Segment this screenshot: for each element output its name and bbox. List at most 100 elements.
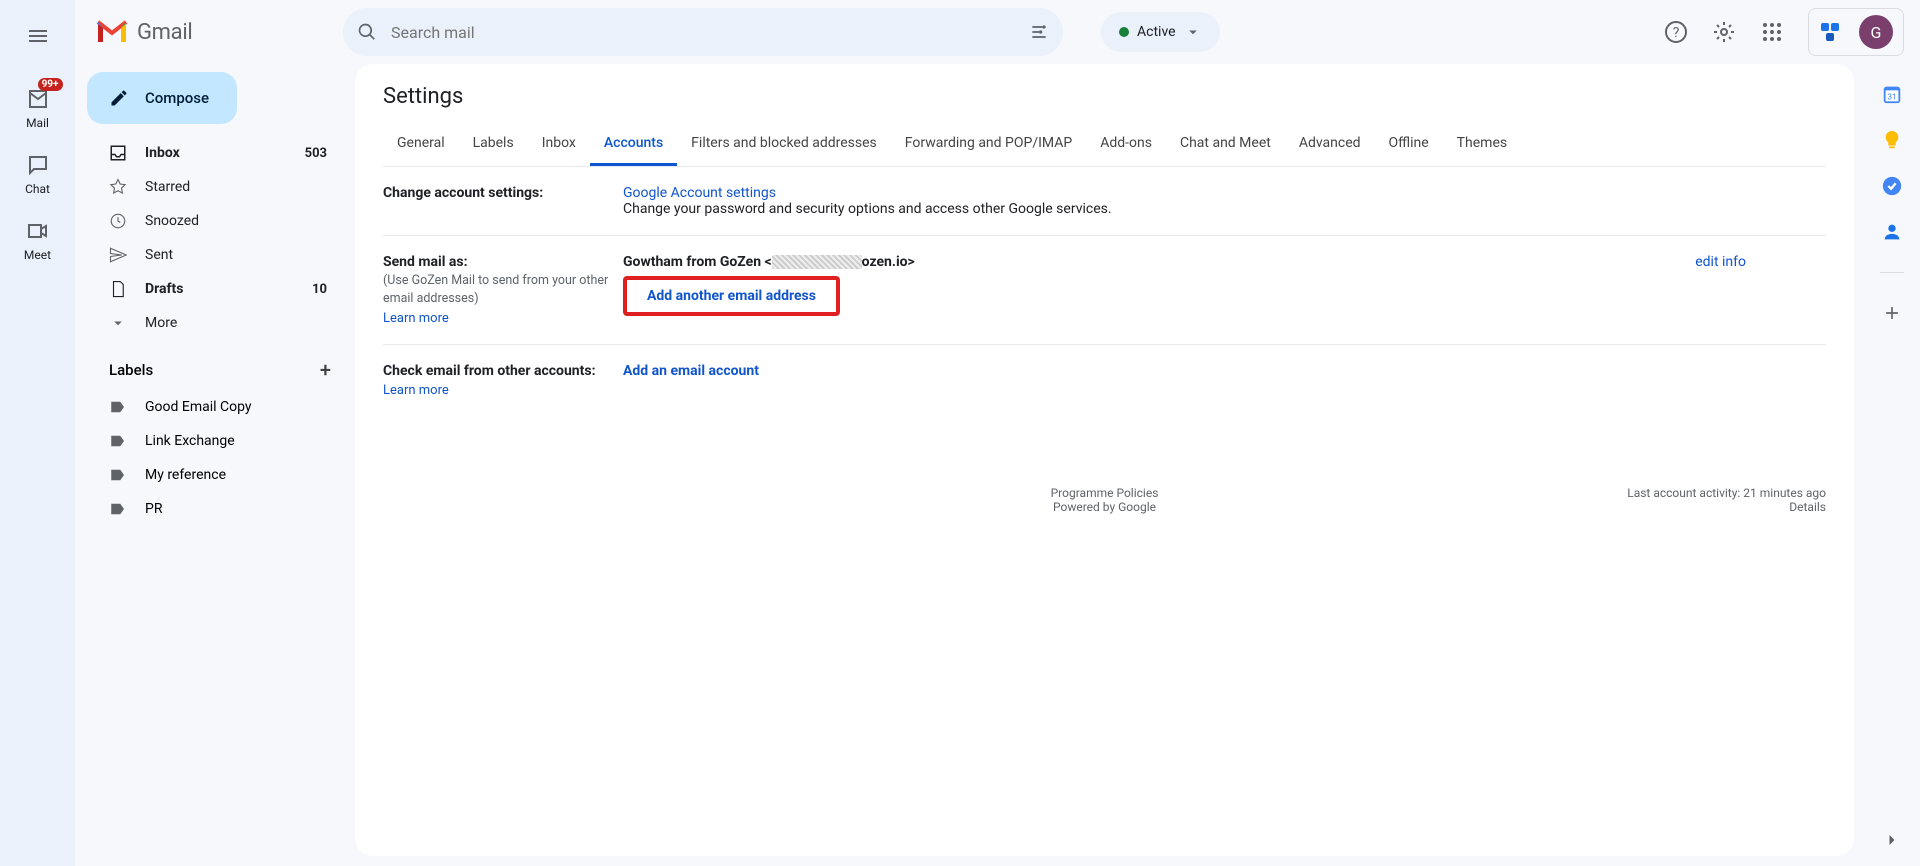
tasks-icon[interactable] [1880, 174, 1904, 198]
row-label: Change account settings: [383, 185, 623, 217]
sidebar-item-label: Drafts [145, 281, 183, 297]
sidebar-item-snoozed[interactable]: Snoozed [87, 204, 345, 238]
add-another-email-link[interactable]: Add another email address [647, 288, 816, 304]
sidebar-item-count: 503 [305, 146, 327, 161]
rail-mail-label: Mail [26, 116, 49, 130]
tab-offline[interactable]: Offline [1375, 123, 1443, 166]
label-item[interactable]: Good Email Copy [87, 390, 345, 424]
tab-inbox[interactable]: Inbox [528, 123, 590, 166]
sidebar-item-label: Sent [145, 247, 173, 263]
tab-themes[interactable]: Themes [1443, 123, 1521, 166]
sidebar-item-count: 10 [312, 282, 327, 297]
rail-chat[interactable]: Chat [8, 142, 68, 202]
learn-more-link[interactable]: Learn more [383, 383, 449, 398]
add-label-button[interactable]: + [320, 358, 331, 382]
label-icon [109, 432, 127, 450]
tab-chat-and-meet[interactable]: Chat and Meet [1166, 123, 1285, 166]
settings-icon[interactable] [1704, 12, 1744, 52]
avatar-initial: G [1871, 23, 1882, 42]
sidebar-item-label: Snoozed [145, 213, 199, 229]
identity-domain: ozen.io> [862, 254, 915, 270]
left-rail: 99+ Mail Chat Meet [0, 0, 75, 866]
page-title: Settings [383, 84, 1826, 109]
tab-add-ons[interactable]: Add-ons [1086, 123, 1166, 166]
svg-text:31: 31 [1887, 93, 1896, 103]
add-email-account-link[interactable]: Add an email account [623, 363, 759, 379]
programme-policies-link[interactable]: Programme Policies [1051, 486, 1159, 500]
identity-name: Gowtham from GoZen < [623, 254, 772, 270]
tab-labels[interactable]: Labels [459, 123, 528, 166]
tab-general[interactable]: General [383, 123, 459, 166]
label-icon [109, 500, 127, 518]
details-link[interactable]: Details [1789, 500, 1826, 514]
activity-text: Last account activity: 21 minutes ago [1627, 486, 1826, 500]
workspace-icon[interactable] [1819, 20, 1843, 44]
google-account-link[interactable]: Google Account settings [623, 185, 776, 201]
row-change-account: Change account settings: Google Account … [383, 167, 1826, 236]
add-email-highlight: Add another email address [623, 276, 840, 316]
tab-accounts[interactable]: Accounts [590, 123, 677, 166]
pencil-icon [109, 88, 129, 108]
sidebar-item-inbox[interactable]: Inbox 503 [87, 136, 345, 170]
sidebar-item-drafts[interactable]: Drafts 10 [87, 272, 345, 306]
learn-more-link[interactable]: Learn more [383, 311, 449, 326]
send-icon [109, 246, 127, 264]
side-panel: 31 [1864, 64, 1920, 866]
search-input[interactable] [391, 23, 1015, 42]
contacts-icon[interactable] [1880, 220, 1904, 244]
status-pill[interactable]: Active [1101, 12, 1220, 52]
rail-chat-label: Chat [25, 182, 50, 196]
sidebar-item-label: More [145, 315, 177, 331]
collapse-panel-icon[interactable] [1880, 828, 1904, 852]
logo-block[interactable]: Gmail [95, 19, 335, 45]
label-icon [109, 466, 127, 484]
sidebar-item-sent[interactable]: Sent [87, 238, 345, 272]
row-sublabel: (Use GoZen Mail to send from your other … [383, 272, 623, 307]
compose-button[interactable]: Compose [87, 72, 237, 124]
sidebar-item-more[interactable]: More [87, 306, 345, 340]
clock-icon [109, 212, 127, 230]
sidebar-item-label: Starred [145, 179, 190, 195]
avatar[interactable]: G [1859, 15, 1893, 49]
chevron-down-icon [109, 314, 127, 332]
tab-filters-and-blocked-addresses[interactable]: Filters and blocked addresses [677, 123, 891, 166]
chevron-down-icon [1184, 23, 1202, 41]
search-icon[interactable] [357, 22, 377, 42]
status-label: Active [1137, 24, 1176, 40]
apps-grid-icon[interactable] [1752, 12, 1792, 52]
label-item[interactable]: My reference [87, 458, 345, 492]
gmail-logo-icon [95, 19, 129, 45]
tab-advanced[interactable]: Advanced [1285, 123, 1375, 166]
change-account-desc: Change your password and security option… [623, 201, 1112, 217]
mail-badge: 99+ [38, 78, 63, 91]
keep-icon[interactable] [1880, 128, 1904, 152]
labels-header-text: Labels [109, 361, 153, 379]
powered-by-text: Powered by [1053, 500, 1118, 514]
rail-mail[interactable]: 99+ Mail [8, 76, 68, 136]
help-icon[interactable]: ? [1656, 12, 1696, 52]
star-icon [109, 178, 127, 196]
search-options-icon[interactable] [1029, 22, 1049, 42]
label-text: PR [145, 501, 162, 517]
add-addon-icon[interactable] [1880, 301, 1904, 325]
row-label: Check email from other accounts: [383, 363, 596, 379]
workspace-box: G [1808, 8, 1904, 56]
rail-meet[interactable]: Meet [8, 208, 68, 268]
calendar-icon[interactable]: 31 [1880, 82, 1904, 106]
tab-forwarding-and-pop-imap[interactable]: Forwarding and POP/IMAP [891, 123, 1086, 166]
row-check-mail: Check email from other accounts: Learn m… [383, 345, 1826, 416]
label-text: Link Exchange [145, 433, 235, 449]
edit-info-link[interactable]: edit info [1695, 254, 1746, 270]
label-item[interactable]: Link Exchange [87, 424, 345, 458]
svg-text:?: ? [1673, 25, 1680, 41]
row-label: Send mail as: [383, 254, 468, 270]
gmail-logo-text: Gmail [137, 20, 192, 45]
google-link[interactable]: Google [1118, 500, 1156, 514]
row-send-mail-as: Send mail as: (Use GoZen Mail to send fr… [383, 236, 1826, 345]
label-item[interactable]: PR [87, 492, 345, 526]
settings-tabs: GeneralLabelsInboxAccountsFilters and bl… [383, 123, 1826, 167]
hamburger-icon[interactable] [14, 12, 62, 60]
settings-panel: Settings GeneralLabelsInboxAccountsFilte… [355, 64, 1854, 856]
search-bar[interactable] [343, 8, 1063, 56]
sidebar-item-starred[interactable]: Starred [87, 170, 345, 204]
